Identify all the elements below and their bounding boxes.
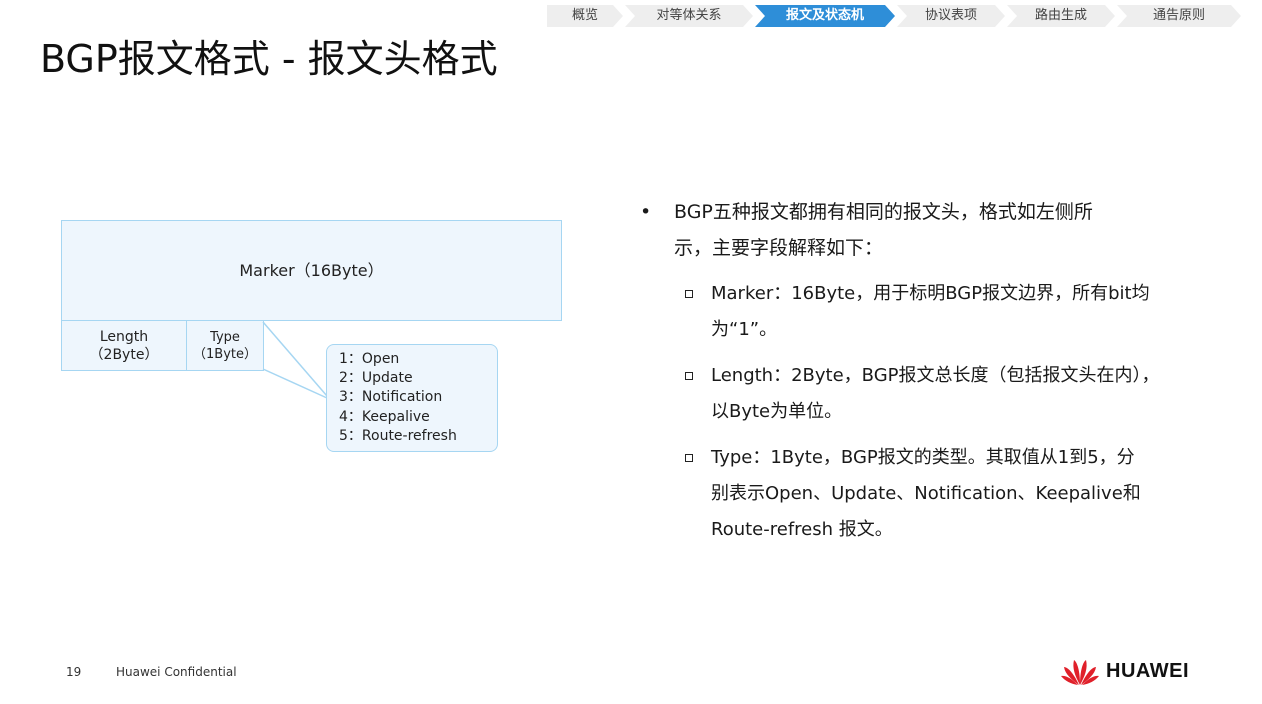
page-number: 19 <box>66 665 82 679</box>
type-field: Type （1Byte） <box>186 320 264 371</box>
sub-point-line: Length：2Byte，BGP报文总长度（包括报文头在内）， <box>711 365 1160 386</box>
type-value-item: 3：Notification <box>339 389 443 406</box>
page-title: BGP报文格式 - 报文头格式 <box>40 37 498 81</box>
confidential-label: Huawei Confidential <box>116 665 237 679</box>
nav-tab-route-generation[interactable]: 路由生成 <box>1007 5 1115 27</box>
huawei-flower-icon <box>1061 660 1099 685</box>
sub-point-type: Type：1Byte，BGP报文的类型。其取值从1到5，分 别表示Open、Up… <box>640 440 1240 548</box>
type-value-item: 4：Keepalive <box>339 408 430 425</box>
explanation-list: • BGP五种报文都拥有相同的报文头，格式如左侧所 示，主要字段解释如下： Ma… <box>640 194 1240 548</box>
nav-tab-peer-relationship[interactable]: 对等体关系 <box>625 5 753 27</box>
marker-field-label: Marker（16Byte） <box>239 261 384 280</box>
nav-tab-protocol-tables[interactable]: 协议表项 <box>897 5 1005 27</box>
type-value-item: 2：Update <box>339 370 413 387</box>
sub-point-line: 别表示Open、Update、Notification、Keepalive和 <box>711 483 1141 504</box>
type-field-label: Type <box>210 330 240 345</box>
marker-field: Marker（16Byte） <box>61 220 562 321</box>
length-field-size: （2Byte） <box>89 347 159 363</box>
sub-point-marker: Marker：16Byte，用于标明BGP报文边界，所有bit均 为“1”。 <box>640 276 1240 348</box>
logo-wordmark: HUAWEI <box>1106 659 1189 682</box>
sub-point-line: Marker：16Byte，用于标明BGP报文边界，所有bit均 <box>711 283 1150 304</box>
length-field-label: Length <box>99 329 149 345</box>
nav-tab-overview[interactable]: 概览 <box>547 5 623 27</box>
nav-tab-messages-state-machine[interactable]: 报文及状态机 <box>755 5 895 27</box>
sub-point-line: Type：1Byte，BGP报文的类型。其取值从1到5，分 <box>711 447 1135 468</box>
type-field-size: （1Byte） <box>193 347 257 362</box>
main-point-line: BGP五种报文都拥有相同的报文头，格式如左侧所 <box>674 201 1093 223</box>
type-values-callout: 1：Open 2：Update 3：Notification 4：Keepali… <box>326 344 498 452</box>
main-point-line: 示，主要字段解释如下： <box>674 237 884 259</box>
type-value-item: 5：Route-refresh <box>339 427 457 444</box>
type-value-item: 1：Open <box>339 351 400 367</box>
sub-point-line: 为“1”。 <box>711 319 778 340</box>
bullet-dot-icon: • <box>640 201 652 223</box>
nav-tab-advertisement-rules[interactable]: 通告原则 <box>1117 5 1241 27</box>
length-field: Length （2Byte） <box>61 320 187 371</box>
sub-point-line: Route-refresh 报文。 <box>711 519 893 540</box>
huawei-logo: HUAWEI <box>1060 654 1189 688</box>
sub-point-length: Length：2Byte，BGP报文总长度（包括报文头在内）， 以Byte为单位… <box>640 358 1240 430</box>
sub-point-line: 以Byte为单位。 <box>711 401 843 422</box>
section-nav: 概览 对等体关系 报文及状态机 协议表项 路由生成 通告原则 <box>547 5 1243 27</box>
square-bullet-icon <box>685 290 693 298</box>
square-bullet-icon <box>685 454 693 462</box>
main-bullet-point: • BGP五种报文都拥有相同的报文头，格式如左侧所 示，主要字段解释如下： <box>640 194 1240 266</box>
square-bullet-icon <box>685 372 693 380</box>
